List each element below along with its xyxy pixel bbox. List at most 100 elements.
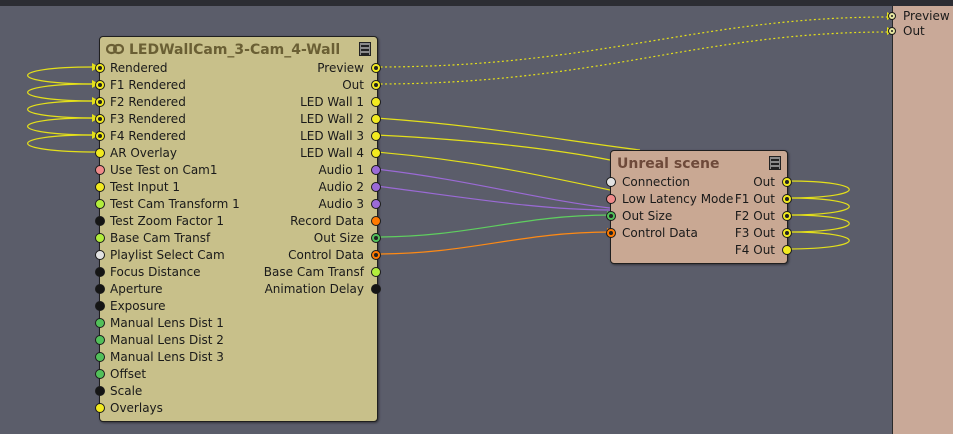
output-label-led-wall-3: LED Wall 3 bbox=[300, 129, 364, 143]
wire-loop-right-3 bbox=[786, 231, 850, 250]
output-label-out-size: Out Size bbox=[313, 231, 364, 245]
input-label-playlist-select-cam: Playlist Select Cam bbox=[110, 248, 225, 262]
output-node-label-out: Out bbox=[903, 24, 925, 38]
input-label-aperture: Aperture bbox=[110, 282, 163, 296]
node-title: Unreal scene bbox=[617, 156, 720, 172]
input-label-rendered: Rendered bbox=[110, 61, 168, 75]
input-port-aperture[interactable] bbox=[95, 284, 105, 294]
input-port-rendered[interactable] bbox=[95, 63, 105, 73]
output-port-control-data[interactable] bbox=[371, 250, 381, 260]
input-port-test-cam-transform-1[interactable] bbox=[95, 199, 105, 209]
wire-loop-left-2 bbox=[27, 100, 99, 119]
input-port-offset[interactable] bbox=[95, 369, 105, 379]
node-menu-icon[interactable] bbox=[359, 42, 371, 56]
wire-audio2 bbox=[375, 185, 611, 211]
input-label-ar-overlay: AR Overlay bbox=[110, 146, 178, 160]
output-label-f3-out: F3 Out bbox=[734, 226, 775, 240]
output-port-out[interactable] bbox=[371, 80, 381, 90]
output-port-led-wall-3[interactable] bbox=[371, 131, 381, 141]
link-icon bbox=[106, 43, 124, 55]
input-port-use-test-on-cam1[interactable] bbox=[95, 165, 105, 175]
output-port-preview[interactable] bbox=[371, 63, 381, 73]
node-title: LEDWallCam_3-Cam_4-Wall bbox=[129, 42, 341, 58]
output-port-led-wall-4[interactable] bbox=[371, 148, 381, 158]
input-port-manual-lens-dist-1[interactable] bbox=[95, 318, 105, 328]
input-label-manual-lens-dist-3: Manual Lens Dist 3 bbox=[110, 350, 224, 364]
output-port-audio-3[interactable] bbox=[371, 199, 381, 209]
input-port-f4-rendered[interactable] bbox=[95, 131, 105, 141]
input-port-out-size[interactable] bbox=[606, 211, 616, 221]
top-bar bbox=[0, 0, 953, 6]
wire-loop-right-2 bbox=[786, 214, 850, 233]
output-port-led-wall-2[interactable] bbox=[371, 114, 381, 124]
output-port-audio-2[interactable] bbox=[371, 182, 381, 192]
input-port-low-latency-mode[interactable] bbox=[606, 194, 616, 204]
output-port-base-cam-transf[interactable] bbox=[371, 267, 381, 277]
output-node-panel[interactable] bbox=[892, 6, 953, 434]
input-port-scale[interactable] bbox=[95, 386, 105, 396]
output-label-f2-out: F2 Out bbox=[734, 209, 775, 223]
input-port-exposure[interactable] bbox=[95, 301, 105, 311]
input-label-offset: Offset bbox=[110, 367, 147, 381]
wire-loop-right-0 bbox=[786, 180, 850, 199]
input-label-focus-distance: Focus Distance bbox=[110, 265, 201, 279]
output-port-f3-out[interactable] bbox=[782, 228, 792, 238]
output-label-preview: Preview bbox=[317, 61, 364, 75]
input-port-overlays[interactable] bbox=[95, 403, 105, 413]
input-port-test-input-1[interactable] bbox=[95, 182, 105, 192]
input-label-low-latency-mode: Low Latency Mode bbox=[622, 192, 734, 206]
output-port-f1-out[interactable] bbox=[782, 194, 792, 204]
input-port-test-zoom-factor-1[interactable] bbox=[95, 216, 105, 226]
wire-out-size bbox=[375, 214, 611, 238]
input-port-playlist-select-cam[interactable] bbox=[95, 250, 105, 260]
input-label-test-cam-transform-1: Test Cam Transform 1 bbox=[110, 197, 240, 211]
unreal-scene-node[interactable]: Unreal scene Connection Low Latency Mode O… bbox=[606, 150, 792, 264]
input-label-test-input-1: Test Input 1 bbox=[110, 180, 180, 194]
wire-control-data bbox=[375, 231, 611, 255]
input-label-scale: Scale bbox=[110, 384, 143, 398]
ledwallcam-node[interactable]: LEDWallCam_3-Cam_4-Wall Rendered F1 Rende… bbox=[95, 36, 381, 422]
input-label-out-size: Out Size bbox=[622, 209, 673, 223]
output-node-port-preview[interactable] bbox=[888, 12, 896, 20]
output-label-led-wall-4: LED Wall 4 bbox=[300, 146, 364, 160]
output-port-record-data[interactable] bbox=[371, 216, 381, 226]
input-port-f3-rendered[interactable] bbox=[95, 114, 105, 124]
input-port-control-data[interactable] bbox=[606, 228, 616, 238]
input-port-manual-lens-dist-3[interactable] bbox=[95, 352, 105, 362]
input-label-f3-rendered: F3 Rendered bbox=[110, 112, 186, 126]
input-label-test-zoom-factor-1: Test Zoom Factor 1 bbox=[110, 214, 225, 228]
wire-preview bbox=[375, 16, 889, 68]
wire-loop-left-1 bbox=[27, 83, 99, 102]
input-label-connection: Connection bbox=[622, 175, 690, 189]
wire-out bbox=[375, 31, 889, 85]
output-port-audio-1[interactable] bbox=[371, 165, 381, 175]
output-label-audio-1: Audio 1 bbox=[318, 163, 364, 177]
input-port-base-cam-transf[interactable] bbox=[95, 233, 105, 243]
input-port-f1-rendered[interactable] bbox=[95, 80, 105, 90]
input-port-f2-rendered[interactable] bbox=[95, 97, 105, 107]
input-port-focus-distance[interactable] bbox=[95, 267, 105, 277]
input-label-manual-lens-dist-2: Manual Lens Dist 2 bbox=[110, 333, 224, 347]
input-port-ar-overlay[interactable] bbox=[95, 148, 105, 158]
input-label-base-cam-transf: Base Cam Transf bbox=[110, 231, 211, 245]
input-port-manual-lens-dist-2[interactable] bbox=[95, 335, 105, 345]
output-node-port-out[interactable] bbox=[888, 27, 896, 35]
input-label-control-data: Control Data bbox=[622, 226, 698, 240]
output-port-led-wall-1[interactable] bbox=[371, 97, 381, 107]
input-label-f4-rendered: F4 Rendered bbox=[110, 129, 186, 143]
node-menu-icon[interactable] bbox=[769, 156, 781, 170]
input-label-exposure: Exposure bbox=[110, 299, 166, 313]
input-port-connection[interactable] bbox=[606, 177, 616, 187]
output-label-out: Out bbox=[342, 78, 364, 92]
output-port-f4-out[interactable] bbox=[782, 245, 792, 255]
output-port-f2-out[interactable] bbox=[782, 211, 792, 221]
output-port-animation-delay[interactable] bbox=[371, 284, 381, 294]
output-node-label-preview: Preview bbox=[903, 9, 950, 23]
output-label-led-wall-2: LED Wall 2 bbox=[300, 112, 364, 126]
output-port-out-size[interactable] bbox=[371, 233, 381, 243]
output-port-out[interactable] bbox=[782, 177, 792, 187]
output-label-control-data: Control Data bbox=[288, 248, 364, 262]
output-label-audio-3: Audio 3 bbox=[318, 197, 364, 211]
output-label-led-wall-1: LED Wall 1 bbox=[300, 95, 364, 109]
output-label-f4-out: F4 Out bbox=[734, 243, 775, 257]
